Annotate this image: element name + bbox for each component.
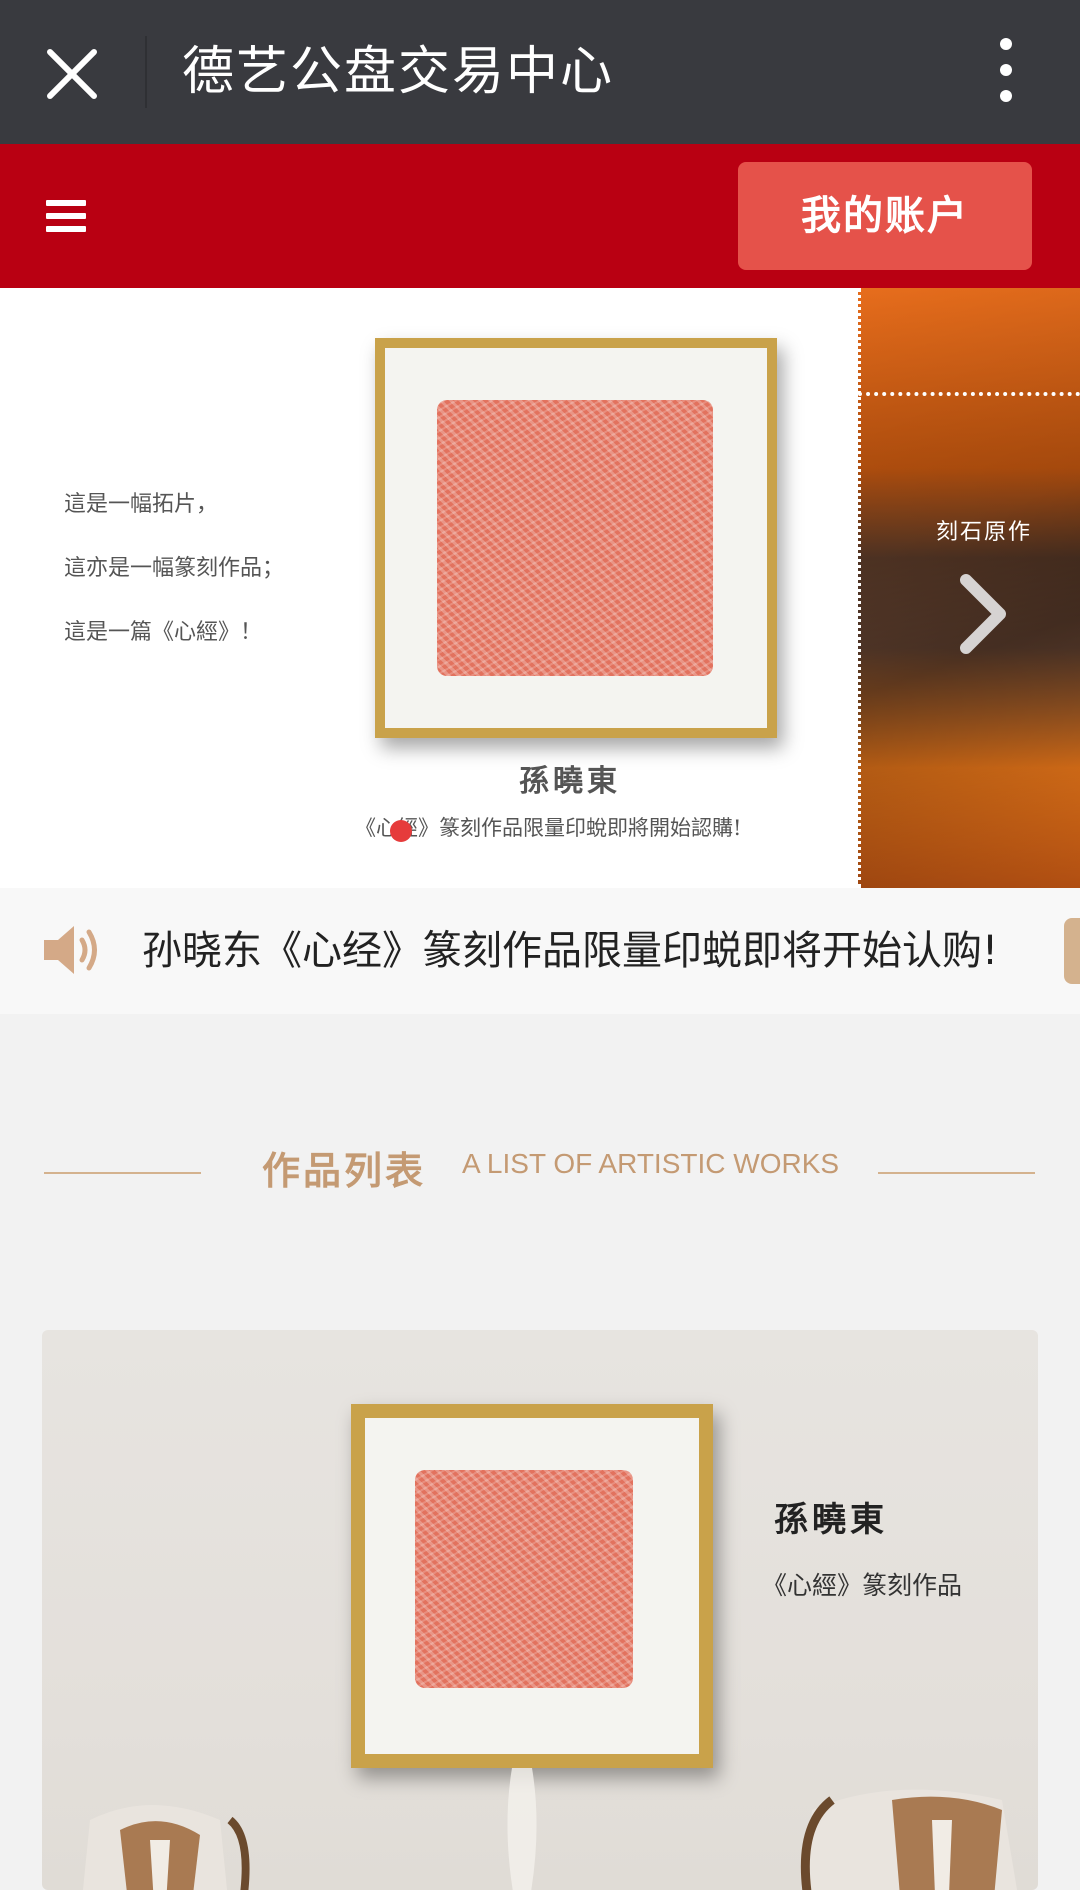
banner-intro-text: 這是一幅拓片， 這亦是一幅篆刻作品； 這是一篇《心經》！ bbox=[64, 473, 284, 665]
framed-artwork-image bbox=[351, 1404, 713, 1768]
announcement-edge bbox=[1064, 918, 1080, 984]
artwork-card[interactable]: 孫曉東 《心經》篆刻作品 bbox=[42, 1330, 1038, 1890]
titlebar: 德艺公盘交易中心 bbox=[0, 0, 1080, 144]
chevron-right-icon bbox=[960, 574, 1006, 654]
chair-image bbox=[800, 1789, 1017, 1890]
menu-icon bbox=[46, 200, 86, 206]
seal-rubbing-image bbox=[437, 400, 713, 676]
card-caption: 《心經》篆刻作品 bbox=[762, 1571, 963, 1600]
close-icon bbox=[47, 49, 97, 99]
divider-line bbox=[878, 1172, 1035, 1174]
banner-line: 這是一篇《心經》！ bbox=[64, 620, 263, 645]
navbar: 我的账户 bbox=[0, 144, 1080, 288]
seal-rubbing-image bbox=[415, 1470, 633, 1688]
section-title-en: A LIST OF ARTISTIC WORKS bbox=[462, 1148, 840, 1179]
announcement-text[interactable]: 孙晓东《心经》篆刻作品限量印蜕即将开始认购! bbox=[142, 918, 998, 984]
menu-button[interactable] bbox=[46, 200, 86, 234]
banner-line: 這亦是一幅篆刻作品； bbox=[64, 556, 285, 581]
my-account-button[interactable]: 我的账户 bbox=[738, 162, 1032, 270]
close-button[interactable] bbox=[42, 44, 102, 104]
banner-line: 這是一幅拓片， bbox=[64, 492, 219, 517]
divider-line bbox=[44, 1172, 201, 1174]
carousel-indicator-dot[interactable] bbox=[390, 820, 412, 842]
section-heading: 作品列表 A LIST OF ARTISTIC WORKS bbox=[0, 1130, 1080, 1210]
vase-image bbox=[507, 1768, 537, 1890]
announcement-bar[interactable]: 孙晓东《心经》篆刻作品限量印蜕即将开始认购! bbox=[0, 888, 1080, 1014]
card-artist-name: 孫曉東 bbox=[774, 1500, 888, 1540]
next-slide-label: 刻石原作 bbox=[936, 520, 1033, 545]
chair-image bbox=[83, 1805, 250, 1890]
framed-artwork-image bbox=[375, 338, 777, 738]
banner-carousel[interactable]: 這是一幅拓片， 這亦是一幅篆刻作品； 這是一篇《心經》！ 孫曉東 《心經》篆刻作… bbox=[0, 288, 1080, 888]
page-title: 德艺公盘交易中心 bbox=[182, 42, 615, 102]
banner-caption: 《心經》篆刻作品限量印蛻即將開始認購! bbox=[355, 816, 742, 840]
banner-artist-name: 孫曉東 bbox=[519, 764, 621, 799]
more-vertical-icon bbox=[1000, 38, 1012, 50]
section-title-cn: 作品列表 bbox=[262, 1149, 427, 1193]
speaker-icon bbox=[40, 920, 104, 980]
title-divider bbox=[145, 36, 147, 108]
carousel-next-button[interactable] bbox=[958, 574, 1008, 654]
next-slide-preview[interactable]: 刻石原作 bbox=[858, 288, 1080, 888]
more-options-button[interactable] bbox=[986, 38, 1026, 106]
